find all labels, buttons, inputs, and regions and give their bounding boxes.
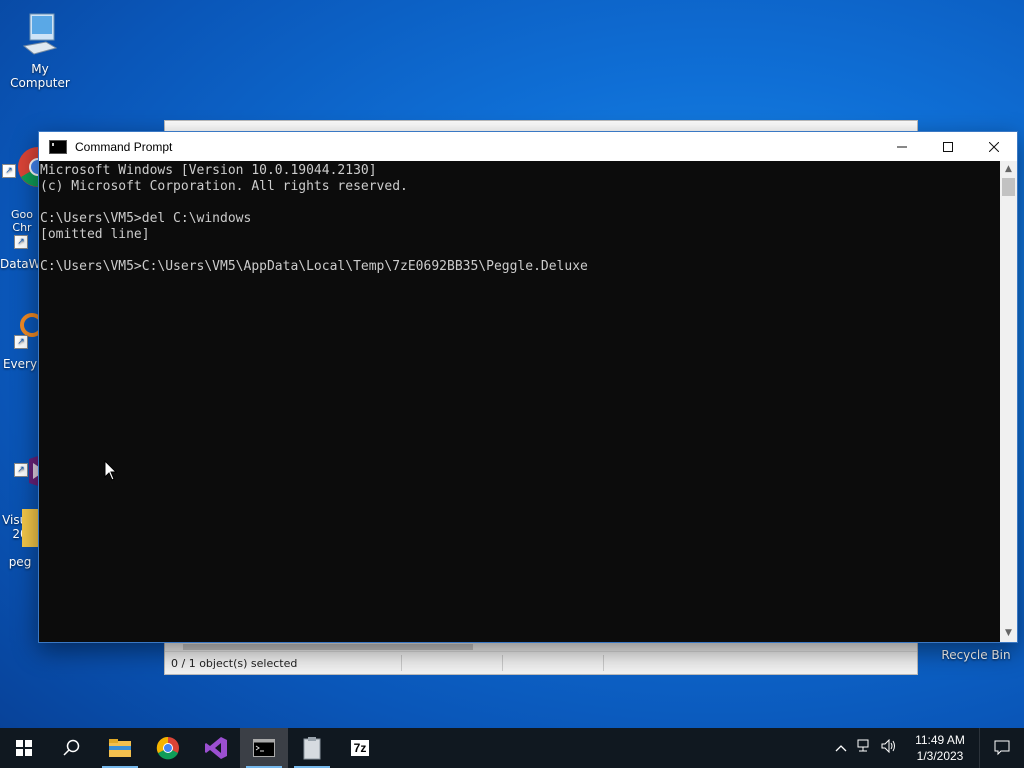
console-line: C:\Users\VM5>del C:\windows [40, 211, 252, 226]
maximize-button[interactable] [925, 132, 971, 161]
console-line: Microsoft Windows [Version 10.0.19044.21… [40, 163, 377, 178]
scroll-up-icon[interactable]: ▲ [1000, 161, 1017, 178]
scrollbar-thumb[interactable] [1002, 178, 1015, 196]
taskbar-command-prompt[interactable] [240, 728, 288, 768]
system-tray: 11:49 AM 1/3/2023 [829, 728, 1024, 768]
scroll-down-icon[interactable]: ▼ [1000, 625, 1017, 642]
visual-studio-icon: ↗ [0, 433, 54, 491]
folder-icon [0, 503, 40, 551]
taskbar-visual-studio[interactable] [192, 728, 240, 768]
search-icon [63, 739, 80, 756]
clock-time: 11:49 AM [915, 733, 965, 747]
network-icon[interactable] [853, 739, 877, 757]
clock-date: 1/3/2023 [916, 749, 964, 763]
console-line: [omitted line] [40, 227, 150, 242]
desktop-icon-everything[interactable]: ↗ Every [0, 305, 44, 371]
desktop-icon-label: peg [8, 555, 32, 569]
visual-studio-icon [205, 737, 227, 759]
notification-button[interactable] [979, 728, 1024, 768]
status-text: 0 / 1 object(s) selected [171, 656, 298, 670]
shortcut-arrow-icon: ↗ [14, 235, 28, 249]
chrome-icon [156, 736, 179, 760]
desktop-icon-label: Every [2, 357, 38, 371]
console-line: C:\Users\VM5>C:\Users\VM5\AppData\Local\… [40, 259, 588, 274]
desktop-icon-peggle-folder[interactable]: peg [0, 503, 40, 569]
status-bar: 0 / 1 object(s) selected [165, 651, 917, 674]
desktop-icon-my-computer[interactable]: My Computer [0, 10, 80, 90]
minimize-button[interactable] [879, 132, 925, 161]
chevron-up-icon[interactable] [829, 741, 853, 756]
shortcut-arrow-icon: ↗ [2, 164, 16, 178]
taskbar-chrome[interactable] [144, 728, 192, 768]
windows-logo-icon [16, 740, 32, 756]
volume-icon[interactable] [877, 738, 901, 757]
desktop-icon-label: My Computer [10, 62, 70, 90]
desktop-icon-label: Recycle Bin [941, 648, 1011, 662]
status-divider [401, 655, 403, 671]
archive-icon [303, 737, 321, 760]
console-line: (c) Microsoft Corporation. All rights re… [40, 179, 408, 194]
everything-search-icon: ↗ [0, 305, 44, 353]
notification-icon [994, 740, 1010, 756]
status-divider [603, 655, 605, 671]
taskbar-archive[interactable] [288, 728, 336, 768]
taskbar: 7z 11:49 AM 1/3/2023 [0, 728, 1024, 768]
file-explorer-icon [109, 739, 131, 757]
clock[interactable]: 11:49 AM 1/3/2023 [907, 732, 973, 764]
console-output[interactable]: Microsoft Windows [Version 10.0.19044.21… [39, 161, 1000, 642]
window-title: Command Prompt [75, 139, 173, 154]
computer-icon [16, 10, 64, 58]
status-divider [502, 655, 504, 671]
7zip-icon: 7z [350, 740, 370, 756]
close-button[interactable] [971, 132, 1017, 161]
command-prompt-window[interactable]: Command Prompt Microsoft Windows [Versio… [38, 131, 1018, 643]
taskbar-7zip[interactable]: 7z [336, 728, 384, 768]
desktop-icon-label: DataW [0, 257, 41, 271]
shortcut-arrow-icon: ↗ [14, 463, 28, 477]
datawrangler-icon: ↗ [0, 205, 40, 253]
vertical-scrollbar[interactable]: ▲ ▼ [1000, 161, 1017, 642]
taskbar-file-explorer[interactable] [96, 728, 144, 768]
cmd-icon [49, 139, 67, 154]
start-button[interactable] [0, 728, 48, 768]
desktop-icon-datawrangler[interactable]: ↗ DataW [0, 205, 41, 271]
scrollbar-thumb[interactable] [183, 644, 473, 650]
title-bar[interactable]: Command Prompt [39, 132, 1017, 161]
shortcut-arrow-icon: ↗ [14, 335, 28, 349]
cmd-icon [253, 739, 275, 757]
search-button[interactable] [48, 728, 96, 768]
